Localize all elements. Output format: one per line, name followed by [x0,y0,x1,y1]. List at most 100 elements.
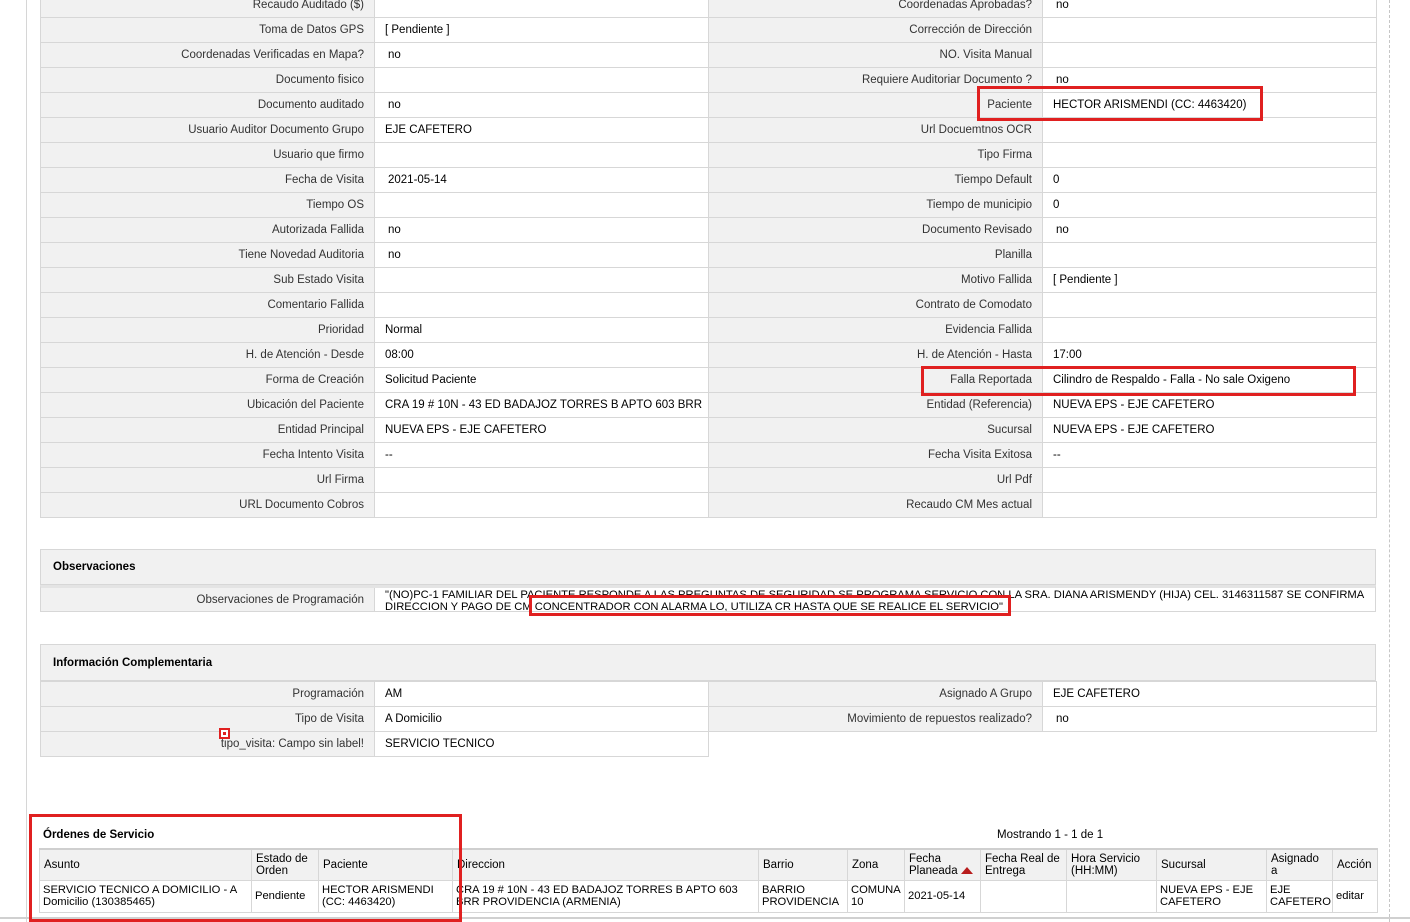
field-label-correccion-de-direccion: Corrección de Dirección [708,17,1043,43]
ordenes-header-row: Asunto Estado de Orden Paciente Direccion Ba… [39,848,1378,881]
field-value-ubicacion-del-paciente: CRA 19 # 10N - 43 ED BADAJOZ TORRES B AP… [374,392,709,418]
field-label-sub-estado-visita: Sub Estado Visita [40,267,375,293]
field-value-falla-reportada: Cilindro de Respaldo - Falla - No sale O… [1042,367,1377,393]
field-value-recaudo-cm-mes-actual [1042,492,1377,518]
field-label-asignado-a-grupo: Asignado A Grupo [708,681,1043,707]
visit-detail-table: Recaudo Auditado ($) Coordenadas Aprobada… [40,0,1377,518]
field-label-tiempo-de-municipio: Tiempo de municipio [708,192,1043,218]
field-label-tipo-de-visita: Tipo de Visita [40,706,375,732]
field-label-forma-de-creacion: Forma de Creación [40,367,375,393]
field-label-evidencia-fallida: Evidencia Fallida [708,317,1043,343]
order-cell-estado: Pendiente [251,879,319,913]
field-value-sucursal: NUEVA EPS - EJE CAFETERO [1042,417,1377,443]
field-label-coordenadas-verificadas-en-mapa: Coordenadas Verificadas en Mapa? [40,42,375,68]
observaciones-text: "(NO)PC-1 FAMILIAR DEL PACIENTE RESPONDE… [385,589,1364,611]
left-divider [26,0,27,922]
field-label-autorizada-fallida: Autorizada Fallida [40,217,375,243]
field-value-usuario-auditor-documento-grupo: EJE CAFETERO [374,117,709,143]
field-value-tipo-de-visita: A Domicilio [374,706,709,732]
field-value-tiene-novedad-auditoria: no [374,242,709,268]
field-label-h-de-atencion-hasta: H. de Atención - Hasta [708,342,1043,368]
field-label-movimiento-de-repuestos-realizado: Movimiento de repuestos realizado? [708,706,1043,732]
field-label-ubicacion-del-paciente: Ubicación del Paciente [40,392,375,418]
column-header-direccion[interactable]: Direccion [452,848,759,881]
complementaria-row: tipo_visita: Campo sin label! SERVICIO TE… [40,731,1377,757]
field-value-h-de-atencion-hasta: 17:00 [1042,342,1377,368]
field-label-comentario-fallida: Comentario Fallida [40,292,375,318]
detail-row: Coordenadas Verificadas en Mapa? no NO. Vi… [40,42,1377,68]
field-label-requiere-auditoriar-documento: Requiere Auditoriar Documento ? [708,67,1043,93]
sort-ascending-icon[interactable] [960,867,973,875]
field-label-planilla: Planilla [708,242,1043,268]
column-header-hora-servicio-hh-mm[interactable]: Hora Servicio (HH:MM) [1066,848,1157,881]
field-value-movimiento-de-repuestos-realizado: no [1042,706,1377,732]
detail-row: Tiempo OS Tiempo de municipio 0 [40,192,1377,218]
column-header-label: Hora Servicio (HH:MM) [1071,852,1141,877]
field-value-programacion: AM [374,681,709,707]
field-label-contrato-de-comodato: Contrato de Comodato [708,292,1043,318]
field-label-tipo-visita-campo-sin-label: tipo_visita: Campo sin label! [40,731,375,757]
field-value-tipo-firma [1042,142,1377,168]
field-value-tiempo-default: 0 [1042,167,1377,193]
field-value-url-documento-cobros [374,492,709,518]
field-value-paciente: HECTOR ARISMENDI (CC: 4463420) [1042,92,1377,118]
order-cell-accion: editar [1332,879,1378,913]
field-value-motivo-fallida: [ Pendiente ] [1042,267,1377,293]
column-header-label: Asunto [44,858,80,871]
detail-row: Prioridad Normal Evidencia Fallida [40,317,1377,343]
order-cell-asignado: EJE CAFETERO [1266,879,1333,913]
detail-row: Usuario que firmo Tipo Firma [40,142,1377,168]
field-label-h-de-atencion-desde: H. de Atención - Desde [40,342,375,368]
column-header-fecha-real-de-entrega[interactable]: Fecha Real de Entrega [980,848,1067,881]
field-label-tiene-novedad-auditoria: Tiene Novedad Auditoria [40,242,375,268]
field-value-comentario-fallida [374,292,709,318]
column-header-asunto[interactable]: Asunto [39,848,252,881]
table-row: SERVICIO TECNICO A DOMICILIO - A Domicil… [39,879,1378,913]
field-label-coordenadas-aprobadas: Coordenadas Aprobadas? [708,0,1043,18]
column-header-sucursal[interactable]: Sucursal [1156,848,1267,881]
detail-row: Fecha de Visita 2021-05-14 Tiempo Default 0 [40,167,1377,193]
empty-cell [1043,732,1377,757]
field-value-asignado-a-grupo: EJE CAFETERO [1042,681,1377,707]
field-value-tipo-visita-campo-sin-label: SERVICIO TECNICO [374,731,709,757]
observaciones-row: Observaciones de Programación "(NO)PC-1 … [40,585,1376,612]
detail-row: Toma de Datos GPS[ Pendiente ] Corrección… [40,17,1377,43]
field-value-documento-auditado: no [374,92,709,118]
field-label-entidad-principal: Entidad Principal [40,417,375,443]
column-header-paciente[interactable]: Paciente [318,848,453,881]
field-value-sub-estado-visita [374,267,709,293]
field-label-toma-de-datos-gps: Toma de Datos GPS [40,17,375,43]
detail-row: Forma de Creación Solicitud Paciente Falla… [40,367,1377,393]
field-value-fecha-visita-exitosa: -- [1042,442,1377,468]
field-value-entidad-referencia: NUEVA EPS - EJE CAFETERO [1042,392,1377,418]
order-cell-direccion: CRA 19 # 10N - 43 ED BADAJOZ TORRES B AP… [452,879,759,913]
column-header-accion[interactable]: Acción [1332,848,1378,881]
column-header-label: Estado de Orden [256,852,308,877]
bottom-divider [0,917,1410,919]
detail-row: Documento auditado no Paciente HECTOR ARISM… [40,92,1377,118]
field-value-url-firma [374,467,709,493]
column-header-label: Fecha Planeada [909,852,958,877]
order-cell-barrio: BARRIO PROVIDENCIA [758,879,848,913]
field-label-usuario-que-firmo: Usuario que firmo [40,142,375,168]
column-header-label: Asignado a [1271,852,1319,877]
order-cell-paciente: HECTOR ARISMENDI (CC: 4463420) [318,879,453,913]
edit-link[interactable]: editar [1336,890,1364,902]
detail-row: Ubicación del Paciente CRA 19 # 10N - 43 … [40,392,1377,418]
column-header-estado-de-orden[interactable]: Estado de Orden [251,848,319,881]
detail-row: Tiene Novedad Auditoria no Planilla [40,242,1377,268]
field-value-h-de-atencion-desde: 08:00 [374,342,709,368]
column-header-fecha-planeada[interactable]: Fecha Planeada [904,848,981,881]
field-label-falla-reportada: Falla Reportada [708,367,1043,393]
column-header-barrio[interactable]: Barrio [758,848,848,881]
field-label-recaudo-auditado: Recaudo Auditado ($) [40,0,375,18]
column-header-asignado-a[interactable]: Asignado a [1266,848,1333,881]
order-cell-asunto: SERVICIO TECNICO A DOMICILIO - A Domicil… [39,879,252,913]
detail-row: Autorizada Fallida no Documento Revisado no [40,217,1377,243]
observaciones-title: Observaciones [53,561,136,573]
column-header-label: Zona [852,858,879,871]
field-value-entidad-principal: NUEVA EPS - EJE CAFETERO [374,417,709,443]
complementaria-header: Información Complementaria [40,644,1376,681]
ordenes-count: Mostrando 1 - 1 de 1 [997,829,1104,841]
column-header-zona[interactable]: Zona [847,848,905,881]
